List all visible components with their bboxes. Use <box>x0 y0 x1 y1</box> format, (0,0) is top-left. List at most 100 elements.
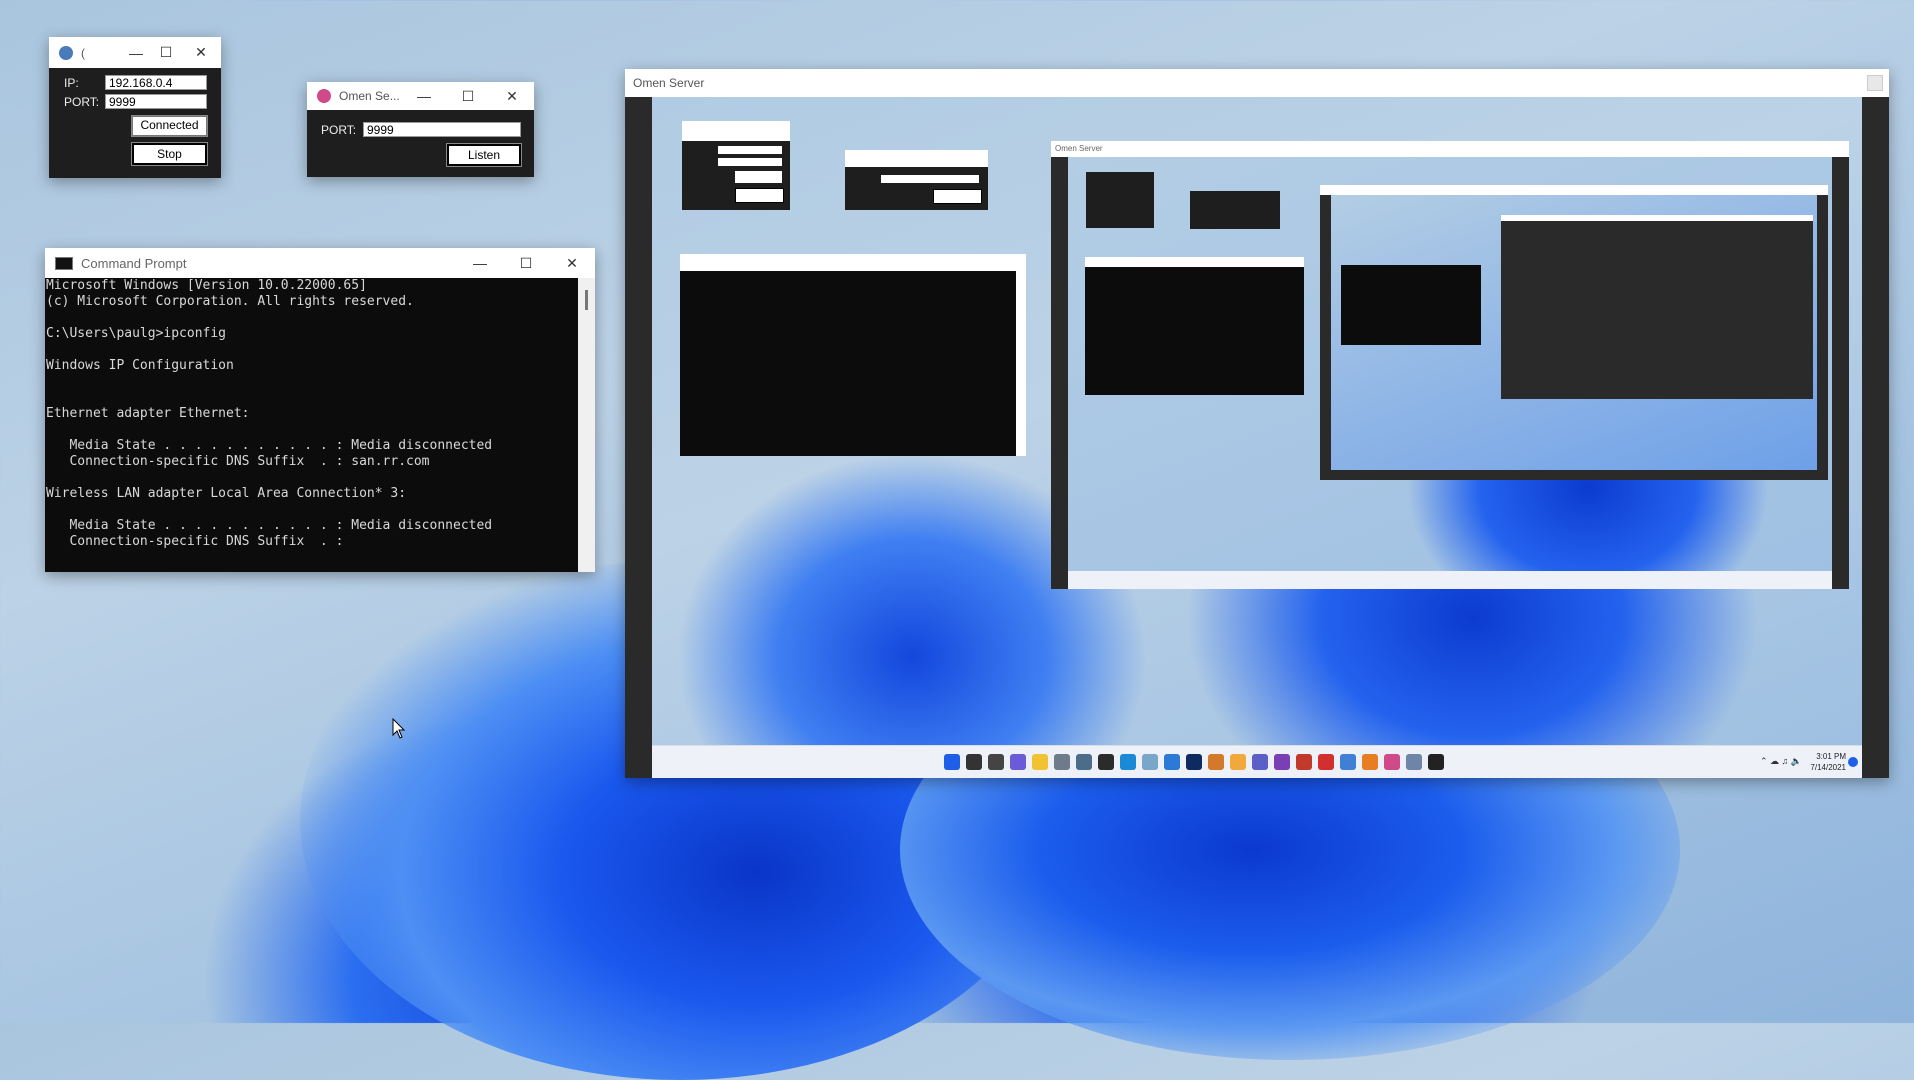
chat-icon[interactable] <box>1010 754 1026 770</box>
remote-connected-button <box>735 171 782 183</box>
search-icon[interactable] <box>966 754 982 770</box>
taskbar-time: 3:01 PM <box>1816 752 1846 761</box>
omen-server-window: Omen Server Omen Server ⌃ ☁ ♫ 🔈 3:01 PM … <box>625 69 1889 778</box>
terminal-icon[interactable] <box>1098 754 1114 770</box>
close-button[interactable]: ✕ <box>490 88 534 105</box>
remote-server-titlebar <box>845 150 988 167</box>
console-line: Windows IP Configuration <box>46 358 234 373</box>
cmd-scrollbar[interactable] <box>578 278 595 572</box>
port-input[interactable]: 9999 <box>363 122 521 137</box>
mouse-cursor-icon <box>392 718 406 739</box>
server-titlebar[interactable]: Omen Se... — ☐ ✕ <box>307 82 534 110</box>
remote-omen-screen <box>1051 157 1849 589</box>
console-line: (c) Microsoft Corporation. All rights re… <box>46 294 414 309</box>
photos-icon[interactable] <box>1142 754 1158 770</box>
omen-server-title: Omen Server <box>633 76 705 90</box>
notification-badge[interactable] <box>1848 757 1858 767</box>
close-button[interactable] <box>1867 75 1883 91</box>
remote-desktop[interactable]: Omen Server ⌃ ☁ ♫ 🔈 3:01 PM 7/14/2021 <box>652 97 1862 778</box>
client-title: ( <box>81 45 85 60</box>
maximize-button[interactable]: ☐ <box>151 44 181 61</box>
console-line: C:\Users\paulg>ipconfig <box>46 326 227 341</box>
remote-client-titlebar <box>682 121 790 141</box>
ip-input[interactable]: 192.168.0.4 <box>105 75 207 90</box>
minimize-button[interactable]: — <box>402 88 446 104</box>
calculator-icon[interactable] <box>1076 754 1092 770</box>
edge-icon[interactable] <box>1120 754 1136 770</box>
listen-button[interactable]: Listen <box>446 143 522 167</box>
console-line: Media State . . . . . . . . . . . : Medi… <box>46 438 493 453</box>
settings-icon[interactable] <box>1054 754 1070 770</box>
cmd-scroll-thumb[interactable] <box>585 290 588 310</box>
remote-nested-deep-window <box>1501 215 1813 399</box>
maximize-button[interactable]: ☐ <box>446 88 490 105</box>
server-title: Omen Se... <box>339 89 400 103</box>
remote-omen-server-window: Omen Server <box>1051 141 1849 589</box>
stop-button[interactable]: Stop <box>131 142 208 166</box>
port-label: PORT: <box>64 95 100 109</box>
connected-button[interactable]: Connected <box>131 115 208 137</box>
remote-nested-desktop <box>1331 195 1817 470</box>
app-icon[interactable] <box>1406 754 1422 770</box>
console-icon[interactable] <box>1428 754 1444 770</box>
console-line: Wireless LAN adapter Local Area Connecti… <box>46 486 407 501</box>
taskbar-icons[interactable] <box>944 746 1464 778</box>
paint-icon[interactable] <box>1340 754 1356 770</box>
notepad-icon[interactable] <box>1164 754 1180 770</box>
remote-nested-client <box>1086 172 1154 228</box>
visual-studio-icon[interactable] <box>1274 754 1290 770</box>
teams-icon[interactable] <box>1252 754 1268 770</box>
omen-icon[interactable] <box>1384 754 1400 770</box>
minimize-button[interactable]: — <box>457 255 503 271</box>
photoshop-icon[interactable] <box>1186 754 1202 770</box>
omen-icon <box>317 89 331 103</box>
record-icon[interactable] <box>1318 754 1334 770</box>
cmd-titlebar[interactable]: Command Prompt — ☐ ✕ <box>45 248 595 278</box>
remote-client-window <box>682 121 790 210</box>
task-view-icon[interactable] <box>988 754 1004 770</box>
start-icon[interactable] <box>944 754 960 770</box>
remote-nested-server <box>1190 191 1280 229</box>
close-button[interactable]: ✕ <box>181 44 221 61</box>
remote-server-window <box>845 150 988 210</box>
console-line: Connection-specific DNS Suffix . : san.r… <box>46 454 430 469</box>
remote-cmd-titlebar <box>680 254 1026 271</box>
remote-nested-deep-cmd <box>1341 265 1481 345</box>
taskbar-clock[interactable]: 3:01 PM 7/14/2021 <box>1810 751 1846 773</box>
port-input[interactable]: 9999 <box>105 94 207 109</box>
weather-icon[interactable] <box>1230 754 1246 770</box>
console-line: Microsoft Windows [Version 10.0.22000.65… <box>46 278 367 293</box>
remote-omen-desktop <box>1068 157 1832 589</box>
remote-nested-omen-server <box>1320 185 1828 480</box>
remote-cmd-console <box>680 271 1016 456</box>
cmd-console[interactable]: Microsoft Windows [Version 10.0.22000.65… <box>45 278 578 572</box>
console-line: Connection-specific DNS Suffix . : <box>46 534 344 549</box>
remote-listen-button <box>933 189 982 204</box>
close-button[interactable]: ✕ <box>549 255 595 272</box>
system-tray[interactable]: ⌃ ☁ ♫ 🔈 <box>1760 756 1802 767</box>
app-icon[interactable] <box>1208 754 1224 770</box>
remote-cmd-window <box>680 254 1026 456</box>
remote-taskbar[interactable]: ⌃ ☁ ♫ 🔈 3:01 PM 7/14/2021 <box>652 745 1862 778</box>
client-titlebar[interactable]: ( — ☐ ✕ <box>49 37 221 68</box>
minimize-button[interactable]: — <box>121 45 151 61</box>
app-icon[interactable] <box>1296 754 1312 770</box>
console-line: Ethernet adapter Ethernet: <box>46 406 250 421</box>
remote-ip-input <box>718 146 782 154</box>
console-line: Media State . . . . . . . . . . . : Medi… <box>46 518 493 533</box>
remote-omen-title: Omen Server <box>1055 144 1103 153</box>
file-explorer-icon[interactable] <box>1032 754 1048 770</box>
maximize-button[interactable]: ☐ <box>503 255 549 272</box>
remote-screen[interactable]: Omen Server ⌃ ☁ ♫ 🔈 3:01 PM 7/14/2021 <box>625 97 1889 778</box>
app-icon[interactable] <box>1362 754 1378 770</box>
app-icon <box>59 45 73 60</box>
port-label: PORT: <box>321 123 357 137</box>
omen-server-titlebar[interactable]: Omen Server <box>625 69 1889 97</box>
remote-omen-taskbar <box>1068 571 1832 589</box>
